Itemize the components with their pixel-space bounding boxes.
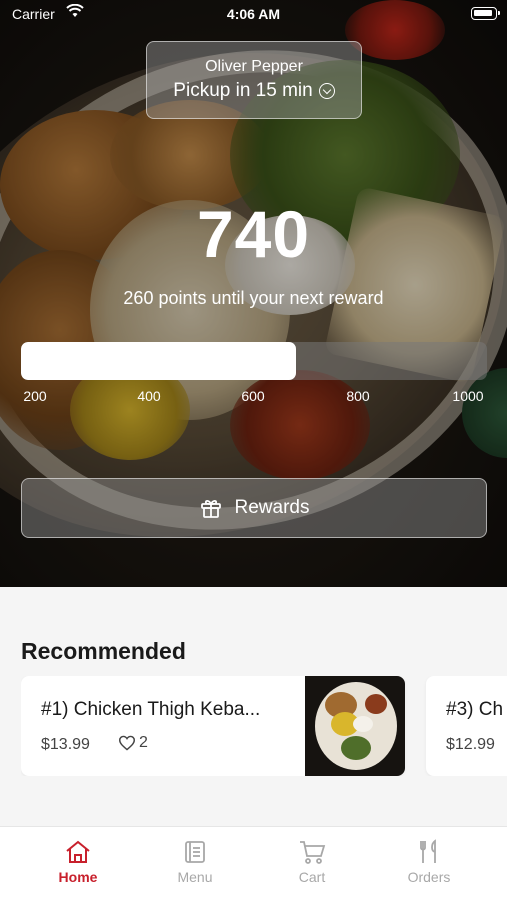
bottom-tab-bar: Home Menu Cart Orders (0, 826, 507, 900)
points-balance: 740 (196, 197, 311, 271)
item-price: $13.99 (41, 736, 90, 753)
menu-book-icon (185, 841, 205, 863)
restaurant-name: Oliver Pepper (205, 58, 303, 75)
progress-tick-labels: 200 400 600 800 1000 (0, 388, 507, 408)
thumbnail-food (365, 694, 387, 714)
chevron-down-icon (318, 83, 335, 99)
pickup-selector[interactable]: Oliver Pepper Pickup in 15 min (146, 41, 362, 119)
rewards-button-label: Rewards (234, 497, 310, 518)
home-icon (66, 840, 90, 863)
tab-menu[interactable]: Menu (137, 827, 253, 900)
recommended-item-card[interactable]: #1) Chicken Thigh Keba... $13.99 2 (21, 676, 405, 776)
rewards-button[interactable]: Rewards (21, 478, 487, 538)
item-title: #3) Ch (446, 699, 504, 720)
battery-icon (471, 7, 500, 20)
tab-orders[interactable]: Orders (371, 827, 487, 900)
pickup-time-label: Pickup in 15 min (173, 80, 313, 101)
tab-cart[interactable]: Cart (254, 827, 370, 900)
likes-count: 2 (139, 734, 148, 751)
recommended-heading: Recommended (21, 638, 186, 664)
tab-label: Menu (177, 869, 213, 885)
tick-label: 800 (346, 388, 370, 404)
item-likes[interactable]: 2 (118, 734, 148, 752)
tick-label: 600 (241, 388, 265, 404)
item-thumbnail (305, 676, 405, 776)
heart-icon (118, 735, 136, 751)
thumbnail-food (353, 716, 373, 732)
tab-home[interactable]: Home (20, 827, 136, 900)
tick-label: 200 (23, 388, 47, 404)
points-until-reward: 260 points until your next reward (123, 288, 384, 308)
rewards-progress-bar (21, 342, 487, 380)
tab-label: Cart (298, 869, 326, 885)
fork-knife-icon (420, 839, 436, 863)
status-bar: Carrier 4:06 AM (0, 0, 507, 28)
cart-icon (300, 841, 326, 864)
tick-label: 400 (137, 388, 161, 404)
tab-label: Orders (407, 869, 451, 885)
recommended-item-card[interactable]: #3) Ch $12.99 (426, 676, 507, 776)
rewards-progress-fill (21, 342, 296, 380)
gift-icon (200, 499, 221, 518)
tick-label: 1000 (452, 388, 484, 404)
thumbnail-food (341, 736, 371, 760)
clock-time: 4:06 AM (226, 6, 281, 22)
item-price: $12.99 (446, 736, 495, 753)
item-title: #1) Chicken Thigh Keba... (41, 699, 261, 720)
recommended-carousel[interactable]: #1) Chicken Thigh Keba... $13.99 2 #3) C… (21, 676, 507, 776)
tab-label: Home (58, 869, 98, 885)
